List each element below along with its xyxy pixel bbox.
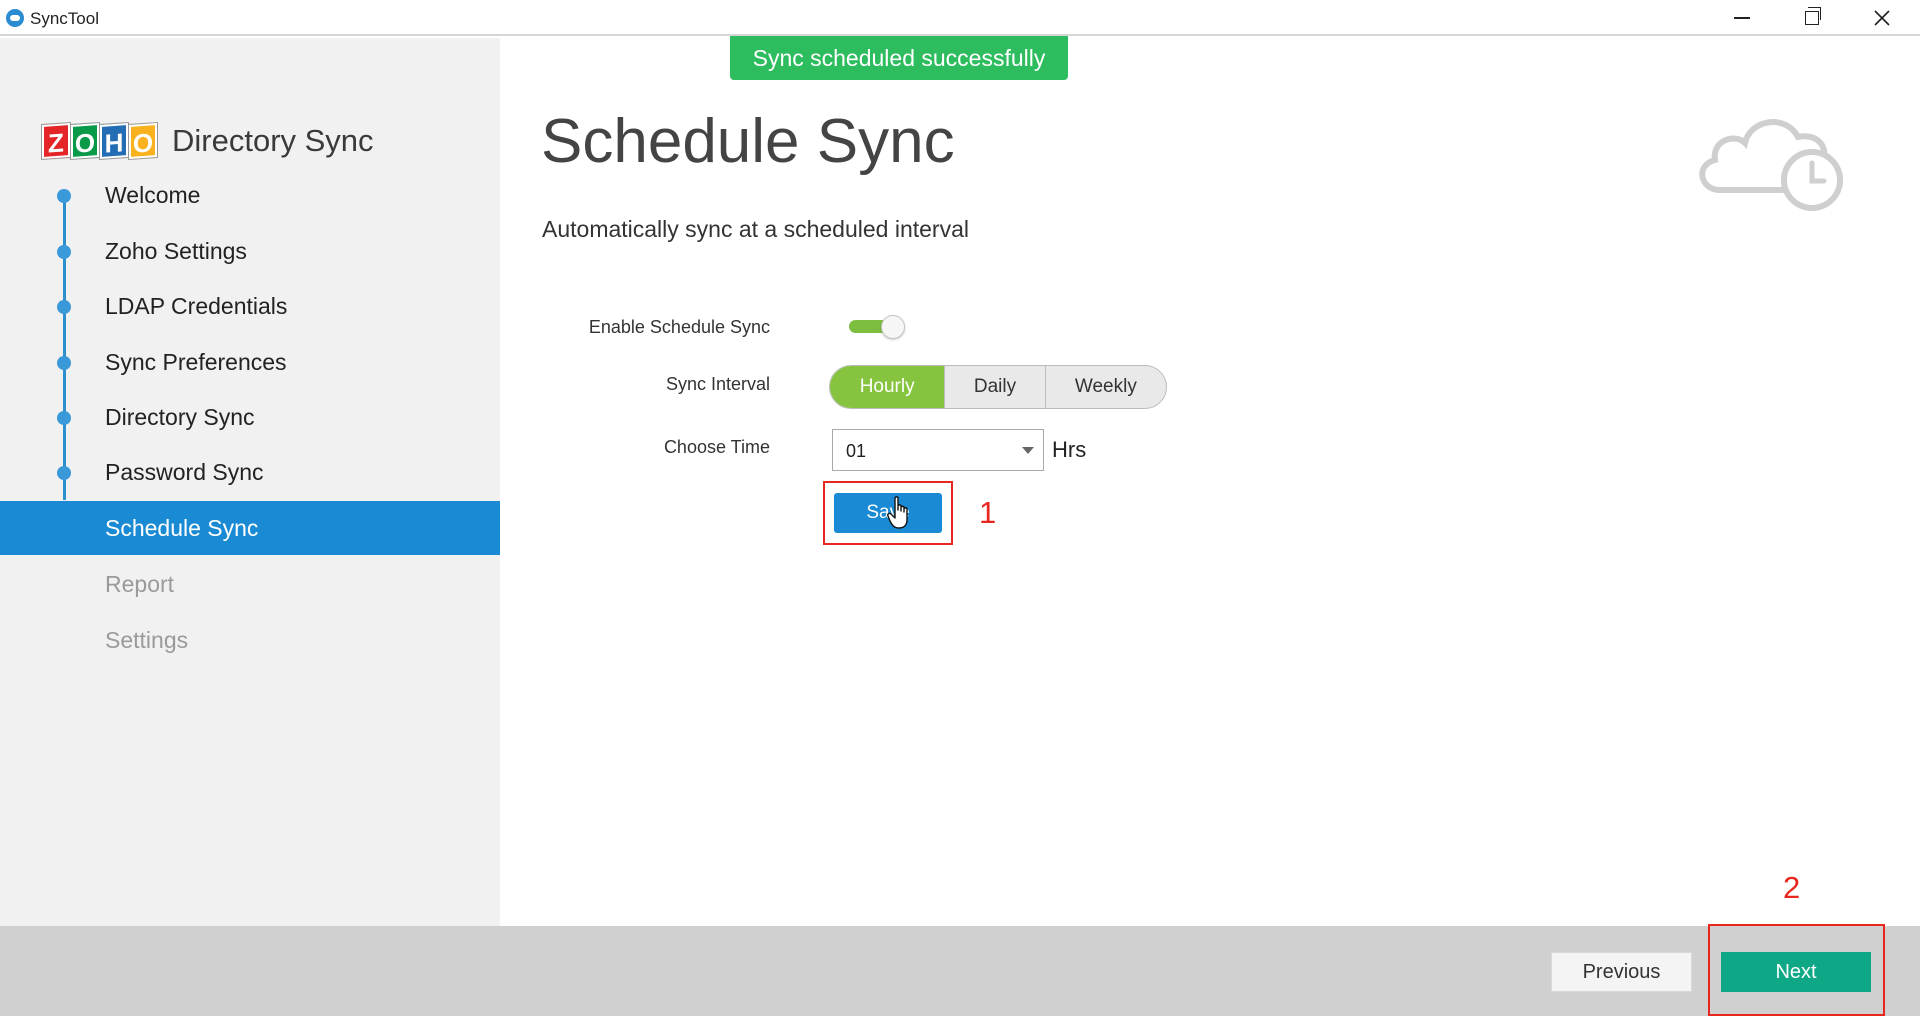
sidebar-item-schedule-sync[interactable]: Schedule Sync bbox=[0, 501, 500, 555]
hand-cursor-icon bbox=[887, 496, 908, 529]
choose-time-value: 01 bbox=[846, 441, 867, 461]
step-dot-icon bbox=[57, 411, 71, 425]
sidebar-item-sync-preferences[interactable]: Sync Preferences bbox=[0, 335, 500, 389]
sidebar-item-label: Settings bbox=[105, 626, 189, 653]
restore-icon bbox=[1805, 7, 1821, 25]
sidebar-item-label: Zoho Settings bbox=[105, 237, 247, 264]
cloud-clock-icon bbox=[1699, 119, 1843, 211]
step-dot-icon bbox=[57, 466, 71, 480]
choose-time-select[interactable]: 01 bbox=[832, 429, 1044, 471]
previous-button[interactable]: Previous bbox=[1551, 952, 1692, 992]
sidebar-item-password-sync[interactable]: Password Sync bbox=[0, 445, 500, 499]
sidebar-item-label: Report bbox=[105, 570, 175, 597]
sidebar-item-zoho-settings[interactable]: Zoho Settings bbox=[0, 224, 500, 278]
minimize-icon bbox=[1734, 17, 1750, 19]
chevron-down-icon bbox=[1022, 447, 1034, 454]
step-dot-icon bbox=[57, 300, 71, 314]
sync-interval-label: Sync Interval bbox=[665, 374, 770, 394]
interval-daily-option[interactable]: Daily bbox=[945, 366, 1046, 408]
interval-hourly-option[interactable]: Hourly bbox=[830, 366, 946, 408]
sidebar: Z O H O Directory Sync Welcome Zoho Sett… bbox=[0, 38, 500, 926]
success-toast: Sync scheduled successfully bbox=[730, 36, 1068, 80]
annotation-marker-1: 1 bbox=[979, 495, 997, 530]
logo-letter-o: O bbox=[71, 123, 99, 159]
sidebar-item-ldap-credentials[interactable]: LDAP Credentials bbox=[0, 279, 500, 333]
app-window: SyncTool Z O H O Directory Sync Welcome … bbox=[0, 0, 1920, 1016]
page-subtitle: Automatically sync at a scheduled interv… bbox=[542, 216, 969, 242]
sidebar-item-label: Schedule Sync bbox=[105, 514, 259, 541]
logo-letter-h: H bbox=[100, 123, 128, 159]
time-unit-label: Hrs bbox=[1052, 437, 1087, 462]
step-dot-icon bbox=[57, 356, 71, 370]
step-dot-icon bbox=[57, 189, 71, 203]
sidebar-item-label: Password Sync bbox=[105, 458, 264, 485]
interval-weekly-option[interactable]: Weekly bbox=[1046, 366, 1166, 408]
choose-time-label: Choose Time bbox=[663, 437, 770, 457]
zoho-directory-sync-logo: Z O H O Directory Sync bbox=[42, 120, 374, 162]
step-dot-icon bbox=[57, 245, 71, 259]
sidebar-item-settings: Settings bbox=[0, 613, 500, 667]
sidebar-item-directory-sync[interactable]: Directory Sync bbox=[0, 390, 500, 444]
product-name: Directory Sync bbox=[172, 123, 374, 158]
logo-letter-o: O bbox=[129, 123, 157, 159]
sidebar-item-welcome[interactable]: Welcome bbox=[0, 168, 500, 222]
sidebar-item-label: LDAP Credentials bbox=[105, 292, 288, 319]
minimize-button[interactable] bbox=[1708, 0, 1776, 36]
title-bar: SyncTool bbox=[0, 0, 1920, 36]
sidebar-item-label: Welcome bbox=[105, 181, 201, 208]
sync-interval-selector: Hourly Daily Weekly bbox=[829, 365, 1167, 409]
restore-button[interactable] bbox=[1778, 0, 1846, 36]
page-title: Schedule Sync bbox=[541, 107, 955, 176]
enable-schedule-sync-label: Enable Schedule Sync bbox=[588, 317, 770, 337]
next-button[interactable]: Next bbox=[1721, 952, 1871, 992]
toggle-knob bbox=[881, 315, 905, 339]
synctool-app-icon bbox=[6, 9, 24, 27]
close-icon bbox=[1874, 10, 1890, 26]
sidebar-item-report: Report bbox=[0, 557, 500, 611]
close-button[interactable] bbox=[1848, 0, 1916, 36]
window-title: SyncTool bbox=[30, 9, 99, 28]
sidebar-item-label: Sync Preferences bbox=[105, 348, 287, 375]
enable-schedule-sync-toggle[interactable] bbox=[849, 315, 905, 339]
logo-letter-z: Z bbox=[42, 123, 70, 159]
sidebar-item-label: Directory Sync bbox=[105, 403, 255, 430]
annotation-marker-2: 2 bbox=[1783, 870, 1801, 905]
